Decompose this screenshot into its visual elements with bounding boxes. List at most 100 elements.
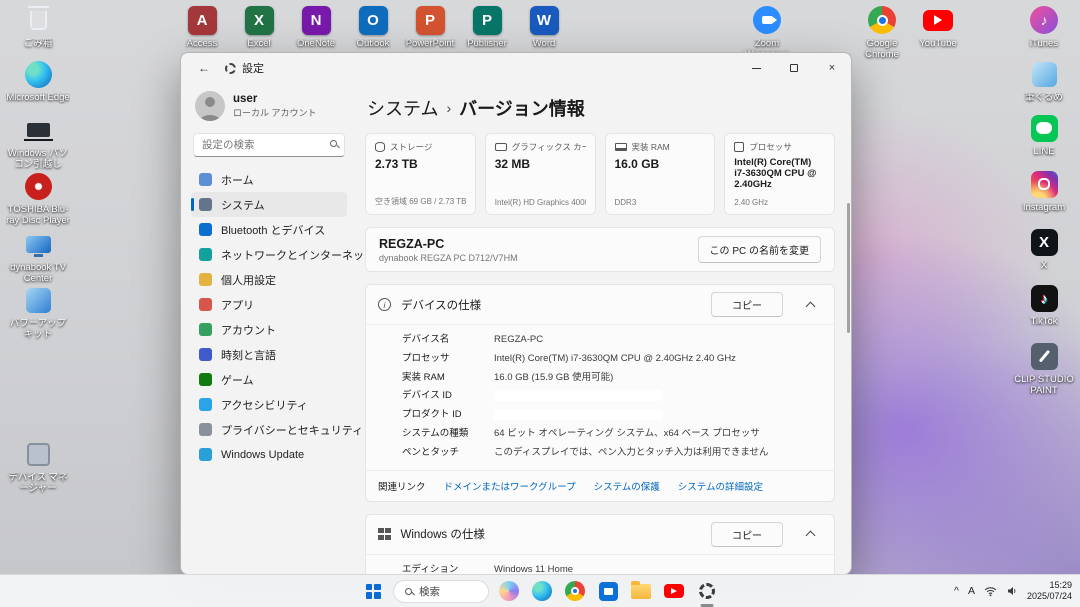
desktop-icon-youtube[interactable]: YouTube bbox=[906, 4, 970, 50]
wifi-icon[interactable] bbox=[984, 586, 997, 597]
sidebar-item-system[interactable]: システム bbox=[191, 192, 347, 217]
storage-card: ストレージ 2.73 TB 空き領域 69 GB / 2.73 TB bbox=[365, 133, 476, 215]
desktop-icon-itunes[interactable]: iTunes bbox=[1012, 4, 1076, 50]
desktop-icon-access[interactable]: A Access bbox=[170, 4, 234, 50]
sidebar-item-gaming[interactable]: ゲーム bbox=[191, 367, 347, 392]
taskbar-search[interactable]: 検索 bbox=[393, 580, 489, 603]
spec-label: 実装 RAM bbox=[402, 372, 494, 385]
desktop-icon-recycle-bin[interactable]: ごみ箱 bbox=[6, 4, 70, 50]
sidebar-item-label: 個人用設定 bbox=[221, 272, 276, 288]
device-spec-body: デバイス名REGZA-PC プロセッサIntel(R) Core(TM) i7-… bbox=[366, 324, 834, 470]
spec-row: プロセッサIntel(R) Core(TM) i7-3630QM CPU @ 2… bbox=[402, 353, 822, 366]
desktop-icon-onenote[interactable]: N OneNote bbox=[284, 4, 348, 50]
desktop-icon-tiktok[interactable]: TikTok bbox=[1012, 282, 1076, 328]
device-spec-header[interactable]: デバイスの仕様 コピー bbox=[366, 285, 834, 324]
sidebar-item-accounts[interactable]: アカウント bbox=[191, 317, 347, 342]
sidebar-item-accessibility[interactable]: アクセシビリティ bbox=[191, 392, 347, 417]
taskbar-chrome[interactable] bbox=[562, 578, 588, 604]
taskbar-store[interactable] bbox=[595, 578, 621, 604]
sidebar-item-bluetooth-devices[interactable]: Bluetooth とデバイス bbox=[191, 217, 347, 242]
desktop-icon-chrome[interactable]: Google Chrome bbox=[850, 4, 914, 61]
app-box-icon bbox=[1032, 62, 1057, 87]
desktop-icon-x[interactable]: X bbox=[1012, 226, 1076, 272]
desktop-icon-device-manager[interactable]: デバイス マネージャー bbox=[6, 438, 70, 495]
spec-label: エディション bbox=[402, 564, 494, 574]
account-type: ローカル アカウント bbox=[233, 106, 317, 119]
sidebar-item-windows-update[interactable]: Windows Update bbox=[191, 442, 347, 467]
desktop-icon-bluray-player[interactable]: TOSHIBA Blu-ray Disc Player bbox=[6, 170, 70, 227]
taskbar-copilot[interactable] bbox=[496, 578, 522, 604]
link-domain-workgroup[interactable]: ドメインまたはワークグループ bbox=[444, 479, 576, 493]
desktop-icon-instagram[interactable]: Instagram bbox=[1012, 168, 1076, 214]
desktop-icon-powerpoint[interactable]: P PowerPoint bbox=[398, 4, 462, 50]
sidebar-item-label: 時刻と言語 bbox=[221, 347, 276, 363]
zoom-icon bbox=[753, 6, 781, 34]
taskbar-youtube[interactable] bbox=[661, 578, 687, 604]
desktop-icon-tv-center[interactable]: dynabook TV Center bbox=[6, 228, 70, 285]
speaker-icon[interactable] bbox=[1006, 585, 1018, 597]
sidebar-item-home[interactable]: ホーム bbox=[191, 167, 347, 192]
desktop-icon-fudegurume[interactable]: 筆ぐるめ bbox=[1012, 58, 1076, 104]
ram-card: 実装 RAM 16.0 GB DDR3 bbox=[605, 133, 716, 215]
line-icon bbox=[1031, 115, 1058, 142]
taskbar-clock[interactable]: 15:29 2025/07/24 bbox=[1027, 580, 1072, 603]
taskbar-settings[interactable] bbox=[694, 578, 720, 604]
desktop-icon-label: LINE bbox=[1012, 147, 1076, 158]
breadcrumb-system[interactable]: システム bbox=[367, 95, 438, 121]
spec-value: このディスプレイでは、ペン入力とタッチ入力は利用できません bbox=[494, 447, 769, 460]
sidebar-item-network-internet[interactable]: ネットワークとインターネット bbox=[191, 242, 347, 267]
sidebar-item-personalization[interactable]: 個人用設定 bbox=[191, 267, 347, 292]
graphics-card: グラフィックス カード 32 MB Intel(R) HD Graphics 4… bbox=[485, 133, 596, 215]
copy-button[interactable]: コピー bbox=[711, 292, 783, 317]
sidebar-item-label: アカウント bbox=[221, 322, 276, 338]
desktop-icon-label: Google Chrome bbox=[850, 39, 914, 61]
related-links-label: 関連リンク bbox=[378, 479, 426, 493]
ime-indicator[interactable]: A bbox=[968, 585, 975, 597]
sidebar-item-label: アクセシビリティ bbox=[221, 397, 308, 413]
settings-gear-icon bbox=[699, 583, 715, 599]
desktop-icon-edge[interactable]: Microsoft Edge bbox=[6, 58, 70, 104]
sidebar-item-time-language[interactable]: 時刻と言語 bbox=[191, 342, 347, 367]
windows-spec-header[interactable]: Windows の仕様 コピー bbox=[366, 515, 834, 554]
user-account[interactable]: user ローカル アカウント bbox=[191, 85, 347, 131]
title-bar[interactable]: ← 設定 × bbox=[181, 53, 851, 83]
desktop-icon-clip-studio[interactable]: CLIP STUDIO PAINT bbox=[1012, 340, 1076, 397]
minimize-button[interactable] bbox=[737, 53, 775, 83]
desktop-icon-excel[interactable]: X Excel bbox=[227, 4, 291, 50]
link-system-protection[interactable]: システムの保護 bbox=[594, 479, 660, 493]
user-name: user bbox=[233, 93, 317, 105]
settings-search-input[interactable] bbox=[193, 133, 345, 157]
taskbar-search-label: 検索 bbox=[419, 584, 440, 599]
tray-chevron-icon[interactable]: ^ bbox=[954, 585, 959, 597]
start-button[interactable] bbox=[360, 578, 386, 604]
desktop-icon-outlook[interactable]: O Outlook bbox=[341, 4, 405, 50]
access-icon: A bbox=[188, 6, 217, 35]
device-name: REGZA-PC bbox=[379, 237, 518, 251]
sidebar-item-privacy-security[interactable]: プライバシーとセキュリティ bbox=[191, 417, 347, 442]
desktop-icon-line[interactable]: LINE bbox=[1012, 112, 1076, 158]
device-model: dynabook REGZA PC D712/V7HM bbox=[379, 253, 518, 263]
sidebar-item-label: Bluetooth とデバイス bbox=[221, 222, 325, 238]
spec-label: デバイス ID bbox=[402, 390, 494, 403]
back-button[interactable]: ← bbox=[191, 57, 217, 79]
chevron-up-icon[interactable] bbox=[806, 531, 816, 541]
spec-value-redacted bbox=[494, 409, 662, 420]
sidebar-item-apps[interactable]: アプリ bbox=[191, 292, 347, 317]
store-icon bbox=[599, 582, 618, 601]
desktop-icon-word[interactable]: W Word bbox=[512, 4, 576, 50]
copy-button[interactable]: コピー bbox=[711, 522, 783, 547]
close-button[interactable]: × bbox=[813, 53, 851, 83]
desktop-icon-publisher[interactable]: P Publisher bbox=[455, 4, 519, 50]
scrollbar[interactable] bbox=[847, 203, 850, 333]
disc-icon bbox=[25, 173, 52, 200]
personalization-icon bbox=[199, 273, 212, 286]
link-advanced-system-settings[interactable]: システムの詳細設定 bbox=[678, 479, 763, 493]
desktop-icon-pc-hikkoshi[interactable]: Windows パソコン引越し bbox=[6, 114, 70, 171]
rename-pc-button[interactable]: この PC の名前を変更 bbox=[698, 236, 821, 263]
taskbar-explorer[interactable] bbox=[628, 578, 654, 604]
chevron-up-icon[interactable] bbox=[806, 301, 816, 311]
sidebar-item-label: ゲーム bbox=[221, 372, 254, 388]
maximize-button[interactable] bbox=[775, 53, 813, 83]
desktop-icon-powerup-kit[interactable]: パワーアップキット bbox=[6, 284, 70, 341]
taskbar-edge[interactable] bbox=[529, 578, 555, 604]
